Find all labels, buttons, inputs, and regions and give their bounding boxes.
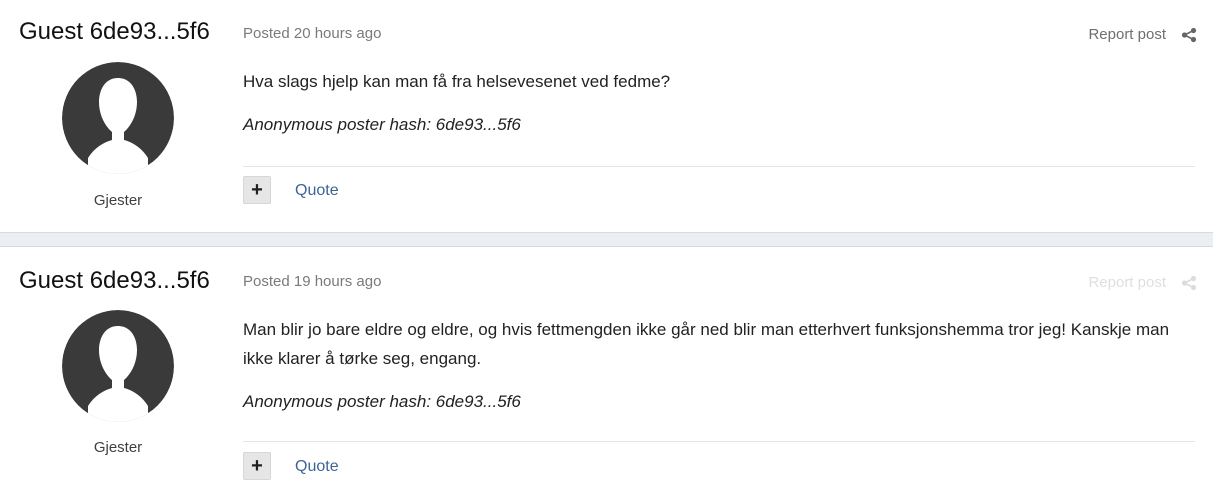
default-user-icon	[62, 310, 174, 422]
post-body: Man blir jo bare eldre og eldre, og hvis…	[243, 315, 1195, 430]
post-text: Hva slags hjelp kan man få fra helsevese…	[243, 72, 671, 91]
avatar[interactable]	[62, 310, 174, 422]
author-group: Gjester	[93, 439, 143, 456]
report-post-link[interactable]: Report post	[1088, 26, 1166, 43]
reputation-plus-button[interactable]: +	[243, 176, 271, 204]
post-date[interactable]: Posted 20 hours ago	[243, 25, 381, 42]
post-divider	[243, 441, 1195, 442]
share-icon[interactable]	[1181, 27, 1197, 43]
post-date[interactable]: Posted 19 hours ago	[243, 273, 381, 290]
post-body: Hva slags hjelp kan man få fra helsevese…	[243, 67, 1195, 153]
avatar[interactable]	[62, 62, 174, 174]
default-user-icon	[62, 62, 174, 174]
post-divider	[243, 166, 1195, 167]
post: Guest 6de93...5f6 Gjester Posted 20 hour…	[0, 0, 1213, 233]
post-text: Man blir jo bare eldre og eldre, og hvis…	[243, 320, 1170, 368]
reputation-plus-button[interactable]: +	[243, 452, 271, 480]
report-post-link[interactable]: Report post	[1088, 274, 1166, 291]
author-group: Gjester	[93, 192, 143, 209]
anonymous-hash: Anonymous poster hash: 6de93...5f6	[243, 392, 521, 411]
quote-button[interactable]: Quote	[295, 458, 339, 476]
post: Guest 6de93...5f6 Gjester Posted 19 hour…	[0, 246, 1213, 487]
share-icon[interactable]	[1181, 275, 1197, 291]
anonymous-hash: Anonymous poster hash: 6de93...5f6	[243, 115, 521, 134]
author-name[interactable]: Guest 6de93...5f6	[19, 18, 210, 46]
author-name[interactable]: Guest 6de93...5f6	[19, 267, 210, 295]
quote-button[interactable]: Quote	[295, 182, 339, 200]
